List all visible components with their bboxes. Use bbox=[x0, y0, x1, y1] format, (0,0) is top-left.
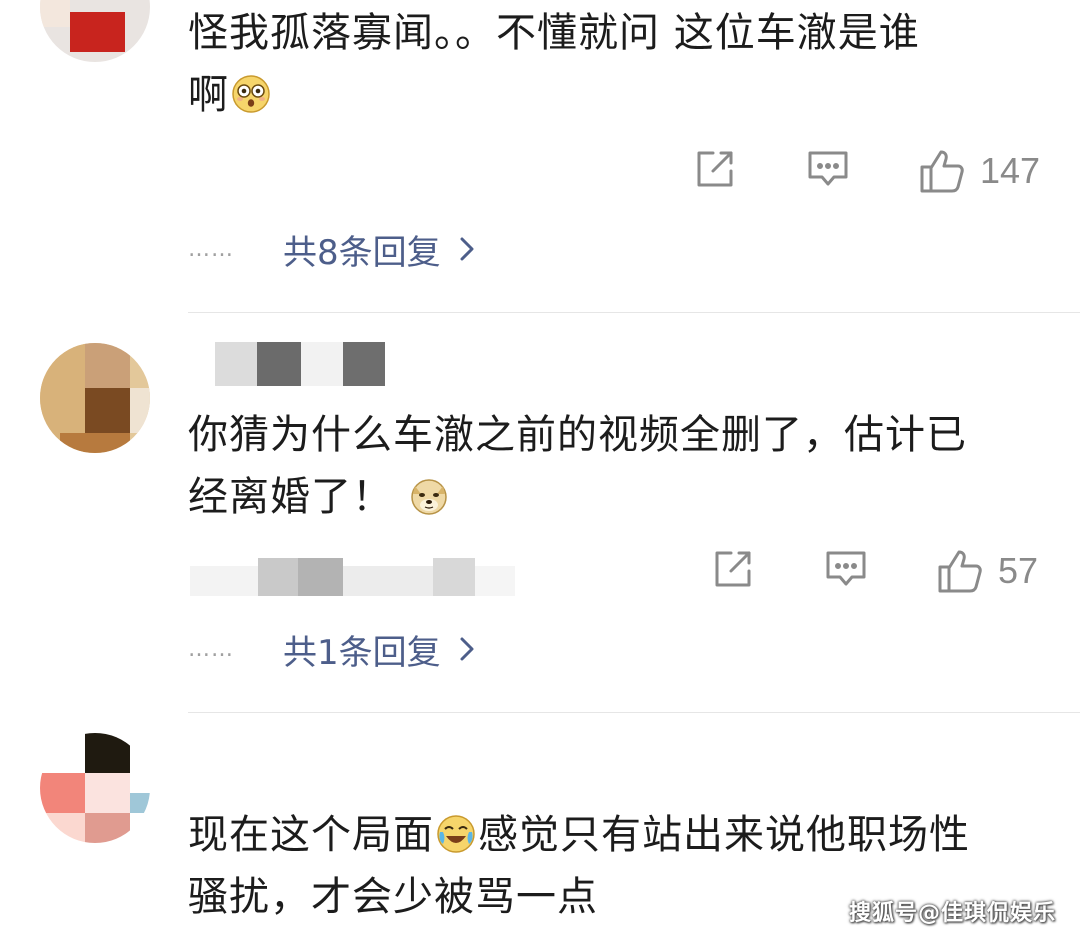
comment-text: 怪我孤落寡闻。。不懂就问 这位车澈是谁 啊 bbox=[188, 2, 1058, 126]
like-count: 57 bbox=[998, 550, 1039, 591]
view-replies-label: 共1条回复 bbox=[283, 632, 441, 673]
view-replies-link[interactable]: 共1条回复 bbox=[283, 625, 475, 674]
flushed-face-icon bbox=[232, 75, 270, 113]
comment-icon bbox=[826, 551, 866, 586]
chevron-right-icon bbox=[460, 637, 474, 661]
avatar[interactable] bbox=[40, 343, 150, 453]
username-blurred bbox=[215, 342, 385, 386]
avatar[interactable] bbox=[40, 733, 150, 843]
comment-text-fragment: 啊 bbox=[188, 72, 229, 118]
view-replies-link[interactable]: 共8条回复 bbox=[283, 225, 475, 274]
comment-text-line: 怪我孤落寡闻。。不懂就问 这位车澈是谁 bbox=[188, 10, 920, 56]
comment-text-fragment: 现在这个局面 bbox=[188, 812, 434, 858]
share-icon bbox=[715, 551, 751, 587]
thumbs-up-icon bbox=[920, 150, 964, 193]
doge-face-icon bbox=[410, 479, 447, 515]
like-button[interactable]: 57 bbox=[936, 547, 1038, 595]
comment-text-fragment: 感觉只有站出来说他职场性 bbox=[478, 812, 970, 858]
like-button[interactable]: 147 bbox=[918, 147, 1040, 195]
comment-actions: 147 bbox=[0, 147, 1080, 197]
share-button[interactable] bbox=[693, 147, 737, 191]
comment-actions: 57 bbox=[0, 547, 1080, 597]
reply-dots: …… bbox=[188, 236, 234, 262]
comment-button[interactable] bbox=[806, 147, 850, 191]
reply-row: …… 共8条回复 bbox=[188, 224, 475, 274]
like-count: 147 bbox=[980, 150, 1041, 191]
avatar[interactable] bbox=[40, 0, 150, 62]
comment-text-fragment: 经离婚了！ bbox=[188, 474, 393, 520]
comment-text: 你猜为什么车澈之前的视频全删了，估计已 经离婚了！ bbox=[188, 404, 1058, 528]
crying-laughing-face-icon bbox=[437, 815, 475, 853]
comment-text-line: 啊 bbox=[188, 64, 1058, 126]
share-button[interactable] bbox=[711, 547, 755, 591]
comment-text-line: 经离婚了！ bbox=[188, 466, 1058, 528]
divider bbox=[188, 712, 1080, 713]
comment-text-line: 现在这个局面 感觉只有站出来说他职场性 bbox=[188, 804, 1058, 866]
comment-button[interactable] bbox=[824, 547, 868, 591]
watermark: 搜狐号@佳琪侃娱乐 bbox=[848, 901, 1056, 926]
reply-dots: …… bbox=[188, 636, 234, 662]
thumbs-up-icon bbox=[938, 550, 982, 593]
comment-feed: 怪我孤落寡闻。。不懂就问 这位车澈是谁 啊 147 …… 共8条回复 你猜为什么… bbox=[0, 0, 1080, 939]
comment-text-line: 你猜为什么车澈之前的视频全删了，估计已 bbox=[188, 412, 967, 458]
reply-row: …… 共1条回复 bbox=[188, 624, 475, 674]
chevron-right-icon bbox=[460, 237, 474, 261]
view-replies-label: 共8条回复 bbox=[283, 232, 441, 273]
share-icon bbox=[697, 151, 733, 187]
comment-icon bbox=[808, 151, 848, 186]
divider bbox=[188, 312, 1080, 313]
